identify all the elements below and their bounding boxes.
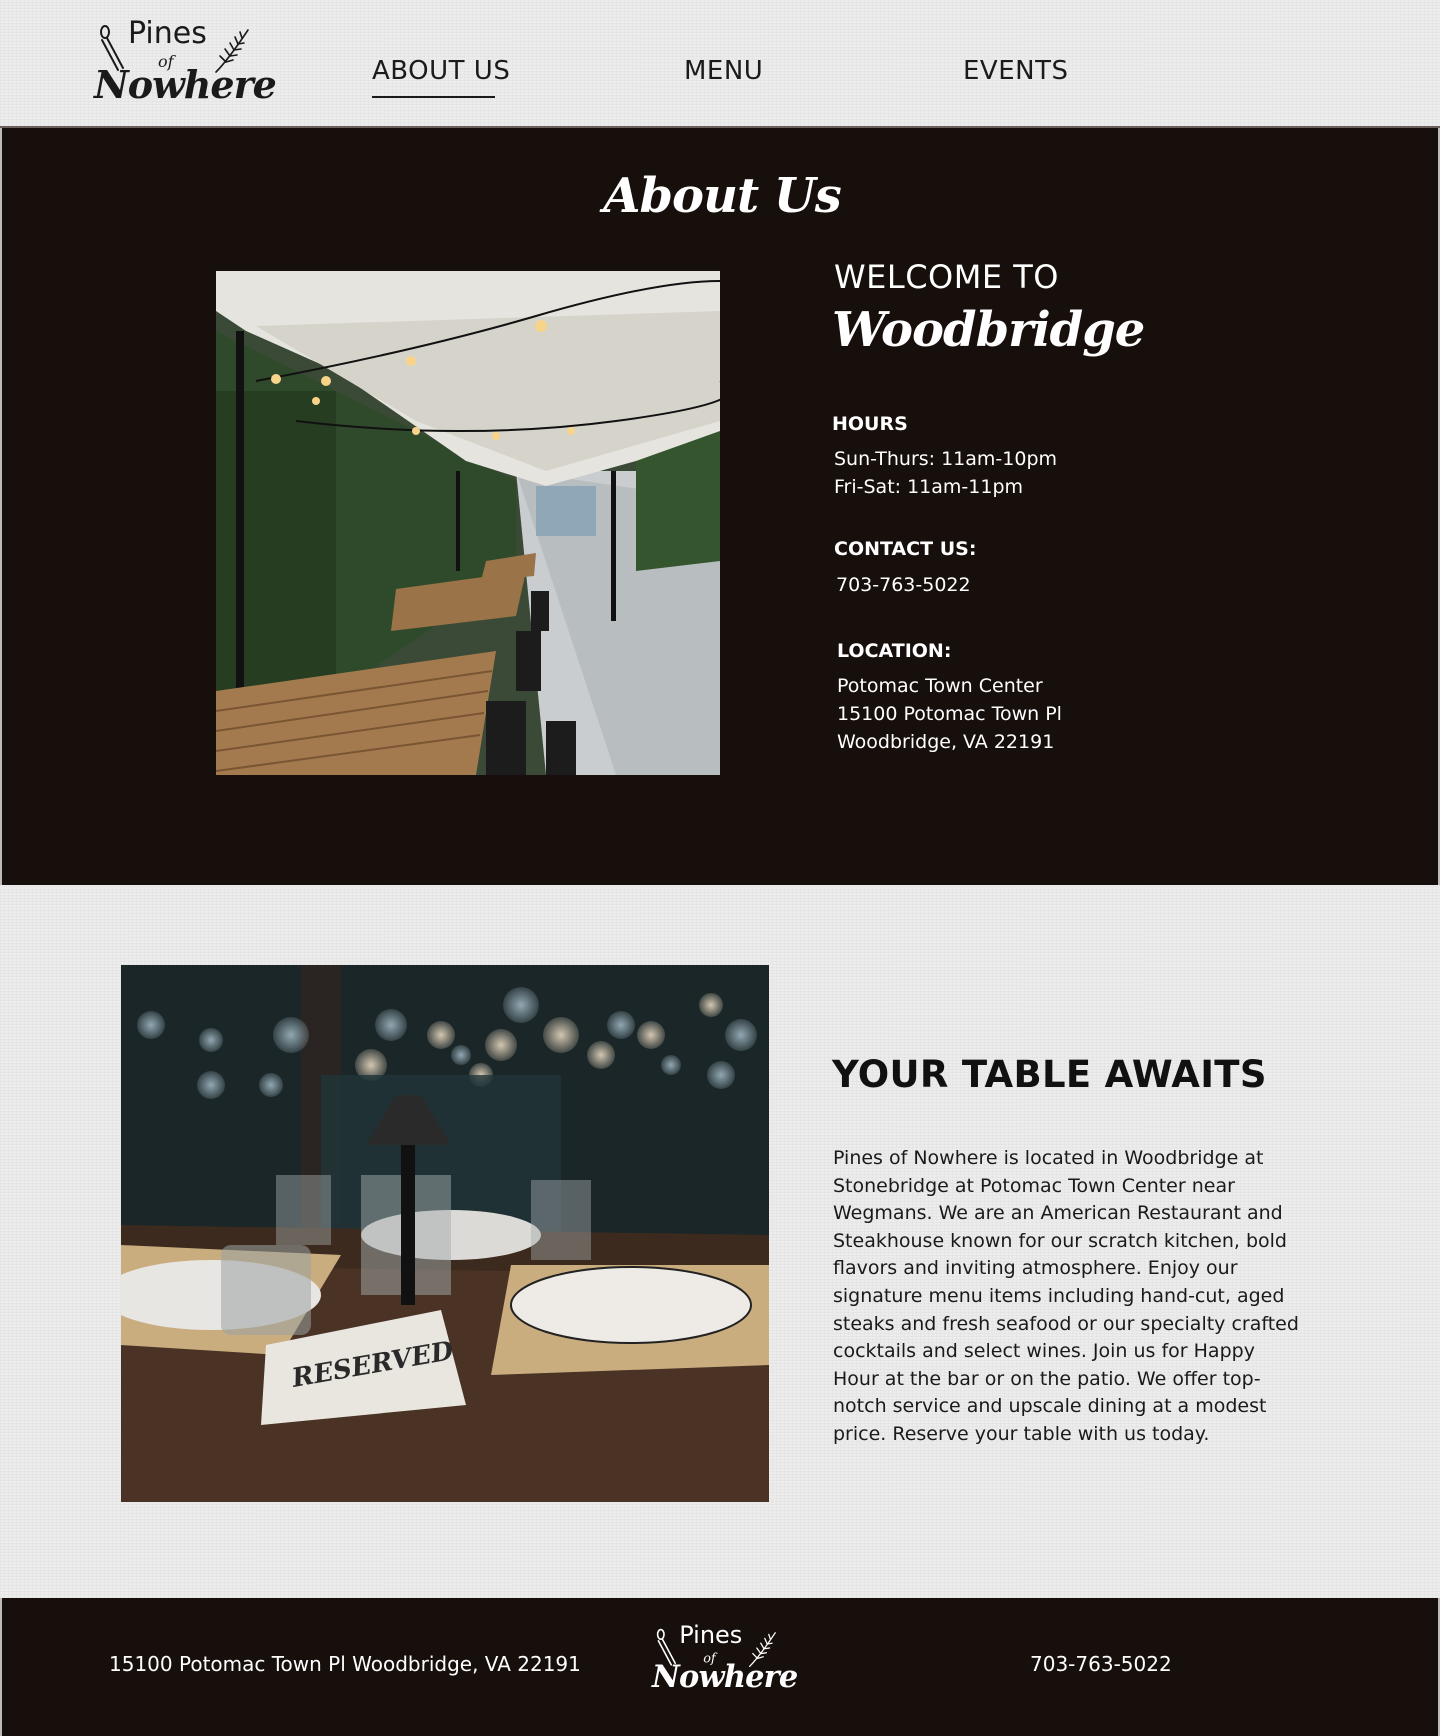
- brand-logo[interactable]: Pines of Nowhere: [94, 14, 277, 114]
- site-header: Pines of Nowhere ABOUT US MENU EVENTS: [0, 0, 1440, 128]
- nav-active-underline: [372, 96, 495, 98]
- contact-heading: CONTACT US:: [834, 538, 977, 560]
- nav-about-us[interactable]: ABOUT US: [372, 56, 510, 86]
- hours-line-2: Fri-Sat: 11am-11pm: [834, 476, 1024, 498]
- footer-address: 15100 Potomac Town Pl Woodbridge, VA 221…: [109, 1652, 581, 1676]
- location-heading: LOCATION:: [837, 640, 952, 662]
- nav-events[interactable]: EVENTS: [963, 56, 1068, 86]
- about-title: About Us: [603, 168, 841, 224]
- hours-line-1: Sun-Thurs: 11am-10pm: [834, 448, 1058, 470]
- location-line-2: 15100 Potomac Town Pl: [837, 703, 1062, 725]
- location-name: Woodbridge: [832, 302, 1145, 358]
- contact-phone[interactable]: 703-763-5022: [836, 571, 971, 599]
- table-awaits-section: RESERVED YOUR TABLE AWAITS Pines of Nowh…: [0, 885, 1440, 1598]
- location-line-1: Potomac Town Center: [837, 675, 1043, 697]
- location-line-3: Woodbridge, VA 22191: [837, 731, 1055, 753]
- logo-text-nowhere: Nowhere: [94, 62, 277, 107]
- reserved-table-photo: RESERVED: [121, 965, 769, 1502]
- patio-photo: [216, 271, 720, 775]
- hours-heading: HOURS: [832, 413, 908, 435]
- nav-menu[interactable]: MENU: [684, 56, 763, 86]
- site-footer: 15100 Potomac Town Pl Woodbridge, VA 221…: [0, 1598, 1440, 1736]
- welcome-label: WELCOME TO: [834, 258, 1059, 296]
- table-awaits-heading: YOUR TABLE AWAITS: [832, 1053, 1267, 1096]
- footer-logo-nowhere: Nowhere: [652, 1658, 798, 1695]
- footer-phone[interactable]: 703-763-5022: [1030, 1652, 1172, 1676]
- logo-text-pines: Pines: [128, 16, 207, 51]
- footer-logo[interactable]: Pines of Nowhere: [652, 1620, 798, 1700]
- restaurant-description: Pines of Nowhere is located in Woodbridg…: [833, 1147, 1299, 1445]
- about-section: About Us WELCOME TO Woodbridge HOURS Sun…: [0, 128, 1440, 885]
- footer-logo-pines: Pines: [679, 1621, 743, 1650]
